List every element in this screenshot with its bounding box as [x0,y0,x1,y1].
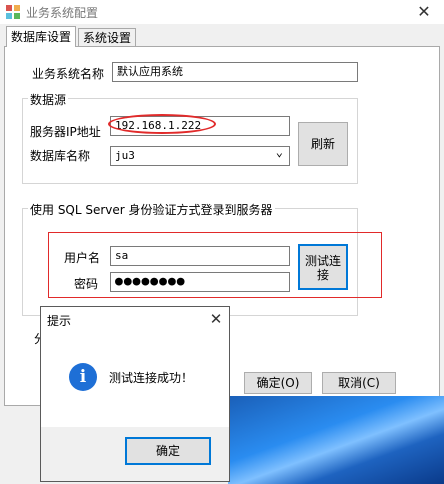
info-icon: i [69,363,97,391]
dialog-ok-button[interactable]: 确定 [125,437,211,465]
title-bar: 业务系统配置 ✕ [0,0,444,24]
cancel-button[interactable]: 取消(C) [322,372,396,394]
sql-auth-group-title: 使用 SQL Server 身份验证方式登录到服务器 [28,201,275,218]
ok-button[interactable]: 确定(O) [244,372,312,394]
dialog-message: 测试连接成功！ [109,371,194,385]
annotation-rect [48,232,382,298]
business-system-input[interactable]: 默认应用系统 [112,62,358,82]
close-icon[interactable]: ✕ [404,0,444,24]
dialog-close-icon[interactable]: ✕ [205,309,227,329]
app-icon [6,5,20,19]
db-name-label: 数据库名称 [30,149,91,163]
annotation-oval [108,114,216,134]
chevron-down-icon: ⌄ [275,145,283,159]
dialog-footer: 确定 [41,427,229,481]
window-title: 业务系统配置 [26,6,99,20]
dialog-title: 提示 [47,314,72,328]
refresh-button[interactable]: 刷新 [298,122,348,166]
server-ip-label: 服务器IP地址 [30,125,101,139]
desktop-background [228,396,444,484]
tab-database-settings[interactable]: 数据库设置 [6,26,76,47]
message-dialog: 提示 ✕ i 测试连接成功！ 确定 [40,306,230,482]
tab-system-settings[interactable]: 系统设置 [78,28,136,46]
db-name-select[interactable]: ju3 ⌄ [110,145,290,166]
business-system-label: 业务系统名称 [32,67,105,81]
db-name-value: ju3 [115,149,135,162]
datasource-group-title: 数据源 [28,91,69,108]
